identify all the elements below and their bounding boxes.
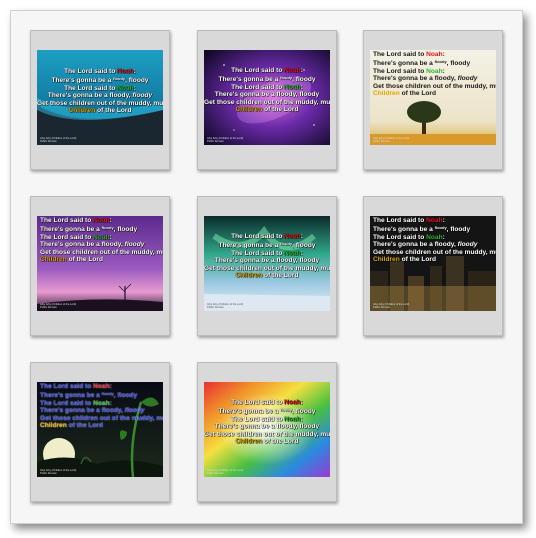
slide-lyrics: The Lord said to Noah: There's gonna be … — [204, 67, 330, 114]
slide-lyrics: The Lord said to Noah: There's gonna be … — [40, 217, 163, 264]
slide-preview: The Lord said to Noah: There's gonna be … — [204, 216, 330, 311]
slide-preview: The Lord said to Noah: There's gonna be … — [37, 382, 163, 477]
slide-caption: Arky Arky (Children of the Lord) Public D… — [207, 469, 244, 475]
slide-thumbnail-rainbow-burst[interactable]: The Lord said to Noah: There's gonna be … — [197, 362, 337, 502]
slide-preview: The Lord said to Noah: There's gonna be … — [37, 50, 163, 145]
slide-thumbnail-purple-sunset[interactable]: The Lord said to Noah: There's gonna be … — [30, 196, 170, 336]
slide-caption: Arky Arky (Children of the Lord) Public D… — [373, 137, 410, 143]
slide-caption: Arky Arky (Children of the Lord) Public D… — [40, 137, 77, 143]
slide-lyrics: The Lord said to Noah: There's gonna be … — [204, 399, 330, 446]
slide-caption: Arky Arky (Children of the Lord) Public D… — [40, 469, 77, 475]
slide-thumbnail-night-garden[interactable]: The Lord said to Noah: There's gonna be … — [30, 362, 170, 502]
slide-preview: The Lord said to Noah: There's gonna be … — [204, 50, 330, 145]
slide-thumbnail-purple-galaxy[interactable]: The Lord said to Noah: There's gonna be … — [197, 30, 337, 170]
slide-lyrics: The Lord said to Noah: There's gonna be … — [37, 68, 163, 115]
slide-caption: Arky Arky (Children of the Lord) Public D… — [207, 137, 244, 143]
slide-lyrics: The Lord said to Noah: There's gonna be … — [204, 233, 330, 280]
slide-lyrics: The Lord said to Noah: There's gonna be … — [40, 383, 163, 430]
slide-preview: The Lord said to Noah: There's gonna be … — [370, 216, 496, 311]
slide-lyrics: The Lord said to Noah: There's gonna be … — [373, 51, 496, 98]
slide-caption: Arky Arky (Children of the Lord) Public D… — [373, 303, 410, 309]
slide-preview: The Lord said to Noah: There's gonna be … — [37, 216, 163, 311]
slide-lyrics: The Lord said to Noah: There's gonna be … — [373, 217, 496, 264]
slide-thumbnail-tree[interactable]: The Lord said to Noah: There's gonna be … — [363, 30, 503, 170]
slide-thumbnail-aurora[interactable]: The Lord said to Noah: There's gonna be … — [197, 196, 337, 336]
thumbnail-gallery-panel: The Lord said to Noah: There's gonna be … — [10, 10, 523, 524]
slide-caption: Arky Arky (Children of the Lord) Public D… — [207, 303, 244, 309]
slide-thumbnail-teal-wave[interactable]: The Lord said to Noah: There's gonna be … — [30, 30, 170, 170]
slide-preview: The Lord said to Noah: There's gonna be … — [370, 50, 496, 145]
slide-thumbnail-city-night[interactable]: The Lord said to Noah: There's gonna be … — [363, 196, 503, 336]
slide-caption: Arky Arky (Children of the Lord) Public D… — [40, 303, 77, 309]
slide-preview: The Lord said to Noah: There's gonna be … — [204, 382, 330, 477]
